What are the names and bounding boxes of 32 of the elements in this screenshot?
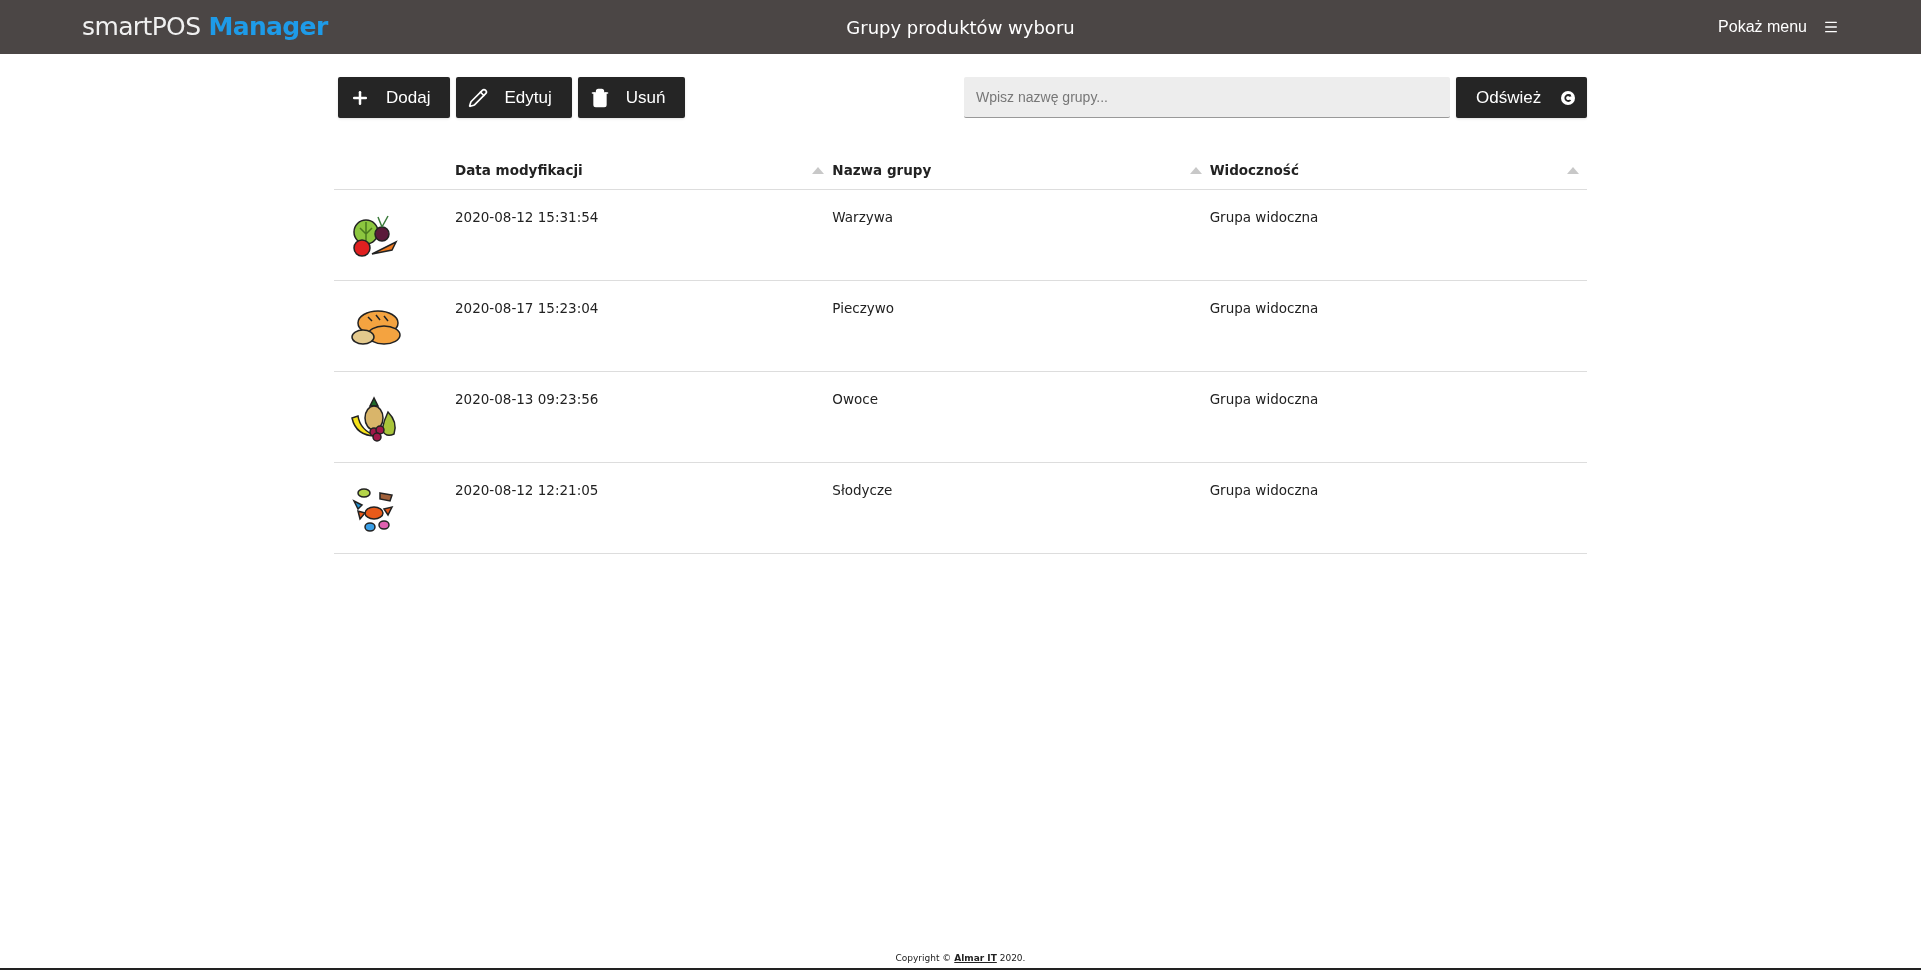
table-cell-text: 2020-08-13 09:23:56 bbox=[455, 390, 600, 409]
refresh-icon bbox=[1561, 90, 1575, 105]
table-cell-text: Pieczywo bbox=[832, 299, 896, 318]
table-cell-text: 2020-08-12 12:21:05 bbox=[455, 481, 600, 500]
table-cell-text: 2020-08-12 15:31:54 bbox=[455, 208, 600, 227]
refresh-button[interactable]: Odśwież bbox=[1456, 77, 1587, 118]
table-cell-text: 2020-08-17 15:23:04 bbox=[455, 299, 600, 318]
column-header[interactable]: Data modyfikacji bbox=[455, 160, 583, 181]
table-cell-text: Warzywa bbox=[832, 208, 895, 227]
sort-arrow-icon[interactable] bbox=[1567, 167, 1579, 174]
table-cell-text: Grupa widoczna bbox=[1209, 481, 1320, 500]
menu-icon[interactable] bbox=[1823, 19, 1839, 35]
trash-icon bbox=[589, 87, 610, 108]
toolbar-button[interactable]: Dodaj bbox=[338, 77, 451, 118]
pencil-icon bbox=[468, 87, 489, 108]
search-field[interactable]: Wpisz nazwę grupy... bbox=[964, 77, 1450, 118]
copyright-text: Copyright © Almar IT 2020. bbox=[895, 952, 1026, 966]
sort-arrow-icon[interactable] bbox=[1189, 167, 1202, 174]
column-header[interactable]: Nazwa grupy bbox=[832, 160, 932, 181]
brand-name[interactable]: smartPOS bbox=[82, 8, 201, 46]
table-cell-text: Owoce bbox=[832, 390, 879, 409]
sort-arrow-icon[interactable] bbox=[812, 167, 825, 174]
table-cell-text: Grupa widoczna bbox=[1209, 208, 1320, 227]
company-link[interactable]: Almar IT bbox=[954, 953, 997, 964]
table-cell-text: Grupa widoczna bbox=[1209, 299, 1320, 318]
table-cell-text: Grupa widoczna bbox=[1209, 390, 1320, 409]
page-title: Grupy produktów wyboru bbox=[846, 15, 1075, 40]
menu-label[interactable]: Pokaż menu bbox=[1718, 15, 1807, 39]
toolbar-button[interactable]: Usuń bbox=[577, 77, 686, 118]
table-cell-text: Słodycze bbox=[832, 481, 894, 500]
column-header[interactable]: Widoczność bbox=[1209, 160, 1299, 181]
toolbar-button[interactable]: Edytuj bbox=[456, 77, 572, 118]
